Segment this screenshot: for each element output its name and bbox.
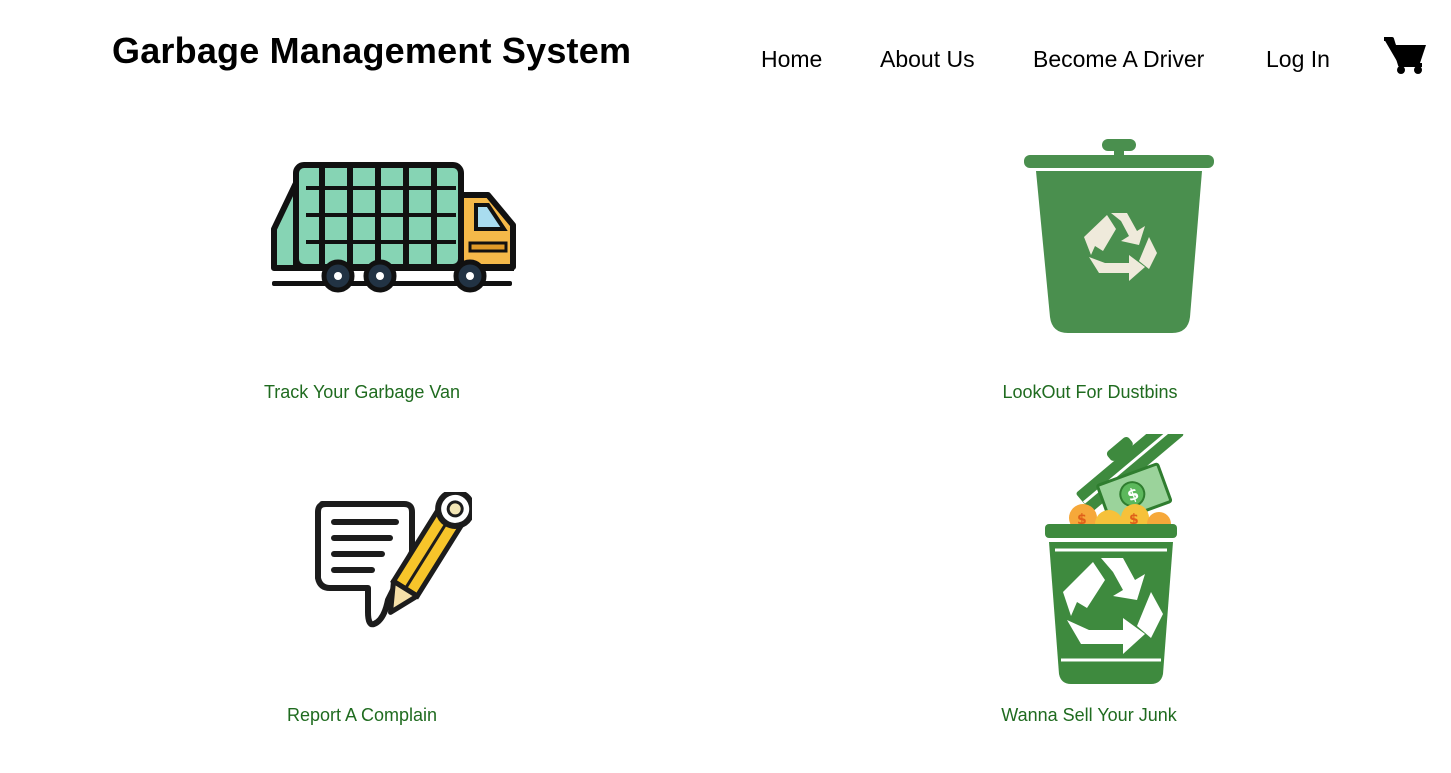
nav-about-us-link[interactable]: About Us — [880, 46, 975, 73]
nav-login-link[interactable]: Log In — [1266, 46, 1330, 73]
complaint-pencil-icon — [312, 488, 476, 637]
feature-lookout-dustbins[interactable]: LookOut For Dustbins — [1002, 135, 1220, 415]
feature-label: LookOut For Dustbins — [1002, 382, 1178, 402]
garbage-truck-icon — [266, 153, 520, 308]
feature-label: Wanna Sell Your Junk — [1001, 705, 1177, 725]
main-nav: Home About Us Become A Driver Log In — [0, 46, 1451, 80]
nav-become-driver-link[interactable]: Become A Driver — [1033, 46, 1204, 73]
money-bin-icon: $ $ $ — [1025, 413, 1187, 694]
feature-report-complain[interactable]: Report A Complain — [287, 488, 480, 740]
recycle-bin-icon — [1020, 135, 1220, 340]
feature-track-garbage-van[interactable]: Track Your Garbage Van — [262, 135, 522, 415]
feature-label: Track Your Garbage Van — [263, 382, 461, 402]
page: Garbage Management System Home About Us … — [0, 0, 1451, 773]
feature-sell-junk[interactable]: $ $ $ Wanna Sell Your Junk — [1001, 413, 1187, 734]
nav-home-link[interactable]: Home — [761, 46, 822, 73]
shopping-cart-icon[interactable] — [1382, 35, 1428, 75]
feature-label: Report A Complain — [286, 705, 438, 725]
